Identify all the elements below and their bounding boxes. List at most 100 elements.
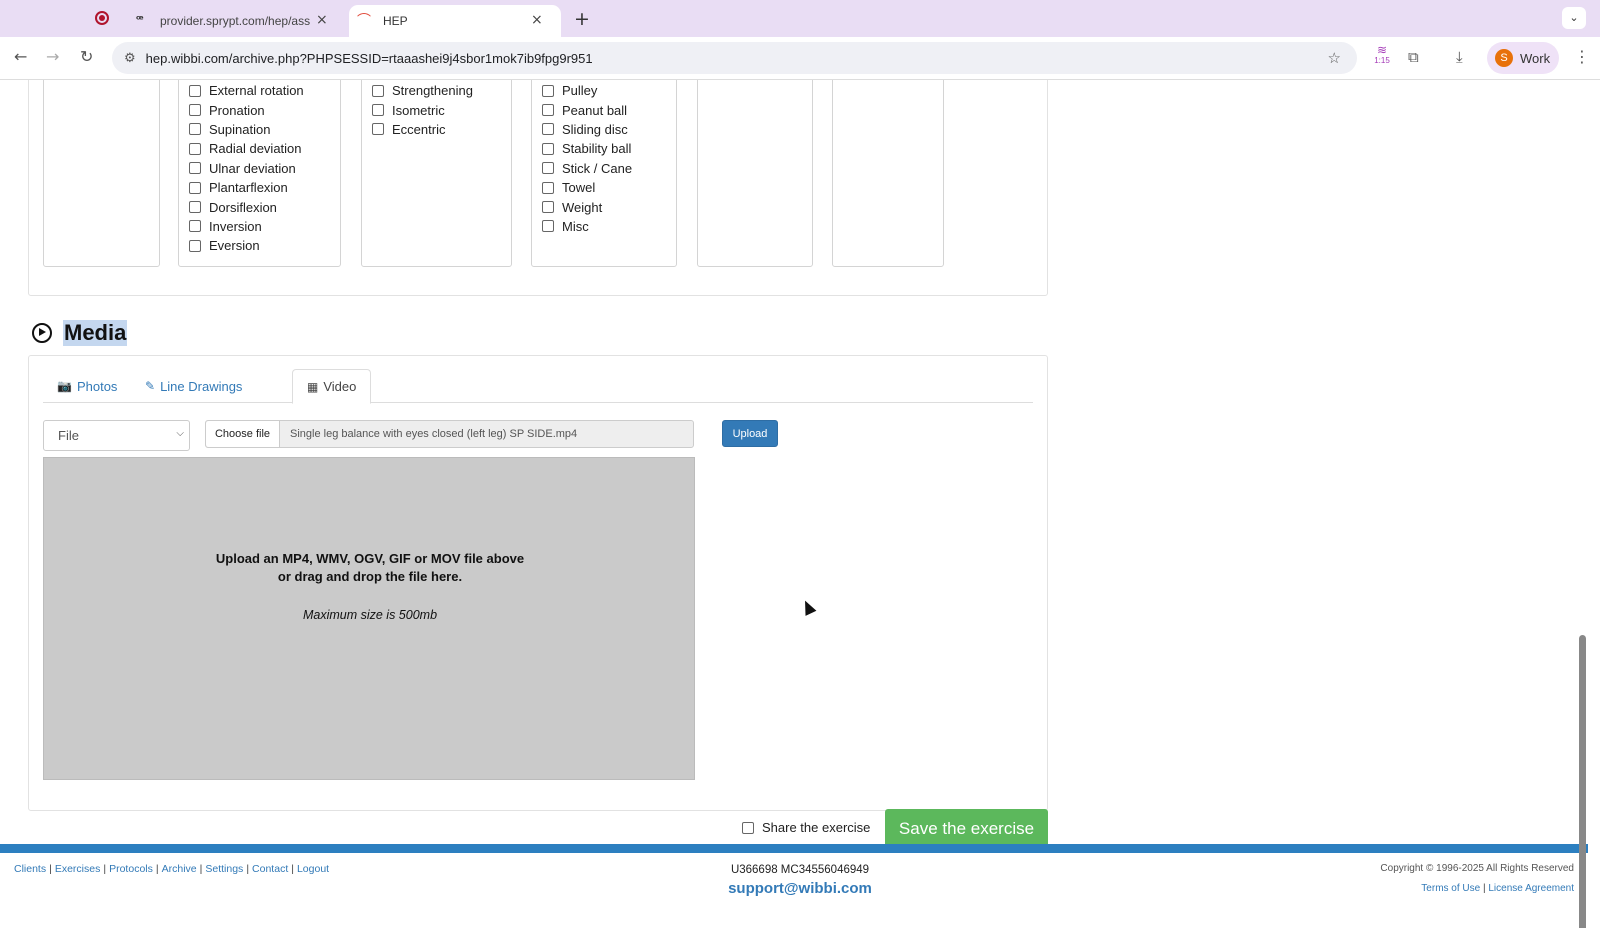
browser-menu-icon[interactable]: ⋮ bbox=[1574, 47, 1590, 66]
equipment-checkbox[interactable] bbox=[542, 104, 554, 117]
equipment-checkbox[interactable] bbox=[542, 162, 554, 175]
equipment-option[interactable]: Stability ball bbox=[542, 139, 632, 158]
movement-checkbox[interactable] bbox=[189, 162, 201, 175]
footer-link-separator: | bbox=[199, 863, 203, 875]
extensions-puzzle-icon[interactable]: ⧉ bbox=[1408, 48, 1419, 66]
equipment-checkbox[interactable] bbox=[542, 181, 554, 194]
equipment-checkbox[interactable] bbox=[542, 220, 554, 233]
movement-option-label: Dorsiflexion bbox=[209, 199, 277, 215]
footer-link-archive[interactable]: Archive bbox=[162, 863, 197, 875]
footer-link-separator: | bbox=[246, 863, 250, 875]
close-tab-icon[interactable]: × bbox=[531, 12, 543, 28]
reload-icon[interactable]: ↻ bbox=[80, 47, 93, 66]
edit-icon: ✎ bbox=[145, 379, 156, 393]
movement-checkbox[interactable] bbox=[189, 123, 201, 136]
movement-checkbox[interactable] bbox=[189, 201, 201, 214]
share-exercise-checkbox[interactable] bbox=[742, 821, 754, 834]
filter-column-contraction: Strengthening Isometric Eccentric bbox=[361, 80, 512, 267]
dropzone-line-1: Upload an MP4, WMV, OGV, GIF or MOV file… bbox=[215, 551, 525, 566]
footer-link-logout[interactable]: Logout bbox=[297, 863, 329, 875]
movement-checkbox[interactable] bbox=[189, 220, 201, 233]
back-arrow-icon[interactable]: ← bbox=[14, 47, 27, 66]
extension-timer-badge: 1:15 bbox=[1374, 56, 1390, 65]
tab-photos[interactable]: 📷 Photos bbox=[43, 369, 131, 403]
account-ids: U366698 MC34556046949 bbox=[730, 864, 870, 876]
license-link[interactable]: License Agreement bbox=[1488, 883, 1574, 894]
equipment-checkbox[interactable] bbox=[542, 84, 554, 97]
tab-title: HEP bbox=[383, 14, 408, 28]
upload-button[interactable]: Upload bbox=[722, 420, 778, 447]
download-icon[interactable]: ⤓ bbox=[1456, 48, 1463, 66]
save-exercise-button[interactable]: Save the exercise bbox=[885, 809, 1048, 849]
equipment-option[interactable]: Stick / Cane bbox=[542, 159, 632, 178]
footer-link-protocols[interactable]: Protocols bbox=[109, 863, 153, 875]
contraction-option[interactable]: Eccentric bbox=[372, 120, 473, 139]
media-source-value: File bbox=[58, 428, 79, 443]
url-text[interactable]: hep.wibbi.com/archive.php?PHPSESSID=rtaa… bbox=[146, 51, 593, 66]
new-tab-icon[interactable]: + bbox=[574, 8, 590, 30]
page-scrollbar[interactable] bbox=[1579, 635, 1586, 928]
support-email-link[interactable]: support@wibbi.com bbox=[620, 880, 980, 897]
terms-link[interactable]: Terms of Use bbox=[1421, 883, 1480, 894]
recording-indicator-icon[interactable] bbox=[95, 11, 109, 25]
footer-link-contact[interactable]: Contact bbox=[252, 863, 288, 875]
browser-toolbar: ← → ↻ ⚙ hep.wibbi.com/archive.php?PHPSES… bbox=[0, 37, 1600, 80]
equipment-checkbox[interactable] bbox=[542, 201, 554, 214]
media-source-select[interactable]: File ⌵ bbox=[43, 420, 190, 451]
movement-checkbox[interactable] bbox=[189, 104, 201, 117]
browser-tab-sprypt[interactable]: ꟹ provider.sprypt.com/hep/assi × bbox=[128, 5, 342, 37]
equipment-checkbox[interactable] bbox=[542, 142, 554, 155]
movement-option[interactable]: Pronation bbox=[189, 100, 304, 119]
address-bar[interactable]: ⚙ hep.wibbi.com/archive.php?PHPSESSID=rt… bbox=[112, 42, 1357, 74]
footer-link-clients[interactable]: Clients bbox=[14, 863, 46, 875]
bookmark-star-icon[interactable]: ☆ bbox=[1328, 49, 1341, 67]
tab-video[interactable]: ▦ Video bbox=[292, 369, 372, 404]
movement-option-label: Pronation bbox=[209, 102, 265, 118]
choose-file-button[interactable]: Choose file bbox=[206, 421, 280, 447]
movement-option-label: Eversion bbox=[209, 238, 260, 254]
extension-timer-icon[interactable]: ≋ 1:15 bbox=[1371, 44, 1393, 65]
movement-option[interactable]: Supination bbox=[189, 120, 304, 139]
equipment-option[interactable]: Weight bbox=[542, 197, 632, 216]
tab-line-drawings[interactable]: ✎ Line Drawings bbox=[131, 369, 256, 403]
equipment-option[interactable]: Sliding disc bbox=[542, 120, 632, 139]
movement-option[interactable]: Plantarflexion bbox=[189, 178, 304, 197]
contraction-checkbox[interactable] bbox=[372, 104, 384, 117]
movement-checkbox[interactable] bbox=[189, 239, 201, 252]
video-dropzone[interactable]: Upload an MP4, WMV, OGV, GIF or MOV file… bbox=[43, 457, 695, 780]
equipment-option[interactable]: Misc bbox=[542, 217, 632, 236]
movement-option[interactable]: Ulnar deviation bbox=[189, 159, 304, 178]
equipment-option[interactable]: Towel bbox=[542, 178, 632, 197]
browser-tab-hep[interactable]: ⌒ HEP × bbox=[349, 5, 561, 37]
tab-search-chevron-icon[interactable]: ⌄ bbox=[1562, 7, 1586, 29]
forward-arrow-icon[interactable]: → bbox=[46, 47, 59, 66]
movement-option[interactable]: Dorsiflexion bbox=[189, 197, 304, 216]
contraction-checkbox[interactable] bbox=[372, 84, 384, 97]
equipment-option[interactable]: Pulley bbox=[542, 81, 632, 100]
movement-option-label: Ulnar deviation bbox=[209, 160, 296, 176]
equipment-option-label: Stability ball bbox=[562, 141, 632, 157]
contraction-checkbox[interactable] bbox=[372, 123, 384, 136]
footer-link-settings[interactable]: Settings bbox=[205, 863, 243, 875]
contraction-option[interactable]: Strengthening bbox=[372, 81, 473, 100]
movement-option[interactable]: Radial deviation bbox=[189, 139, 304, 158]
movement-checkbox[interactable] bbox=[189, 142, 201, 155]
movement-checkbox[interactable] bbox=[189, 84, 201, 97]
equipment-option[interactable]: Peanut ball bbox=[542, 100, 632, 119]
file-input[interactable]: Choose file Single leg balance with eyes… bbox=[205, 420, 694, 448]
profile-button[interactable]: S Work bbox=[1487, 42, 1559, 74]
footer-link-separator: | bbox=[291, 863, 294, 875]
site-settings-icon[interactable]: ⚙ bbox=[124, 51, 136, 66]
movement-option[interactable]: External rotation bbox=[189, 81, 304, 100]
equipment-option-label: Weight bbox=[562, 199, 603, 215]
share-exercise[interactable]: Share the exercise bbox=[742, 820, 870, 835]
movement-option[interactable]: Inversion bbox=[189, 217, 304, 236]
chevron-down-icon: ⌵ bbox=[176, 428, 184, 439]
movement-option[interactable]: Eversion bbox=[189, 236, 304, 255]
contraction-option[interactable]: Isometric bbox=[372, 100, 473, 119]
close-tab-icon[interactable]: × bbox=[316, 12, 328, 28]
footer-link-exercises[interactable]: Exercises bbox=[55, 863, 101, 875]
equipment-checkbox[interactable] bbox=[542, 123, 554, 136]
movement-checkbox[interactable] bbox=[189, 181, 201, 194]
movement-option-label: Radial deviation bbox=[209, 141, 302, 157]
